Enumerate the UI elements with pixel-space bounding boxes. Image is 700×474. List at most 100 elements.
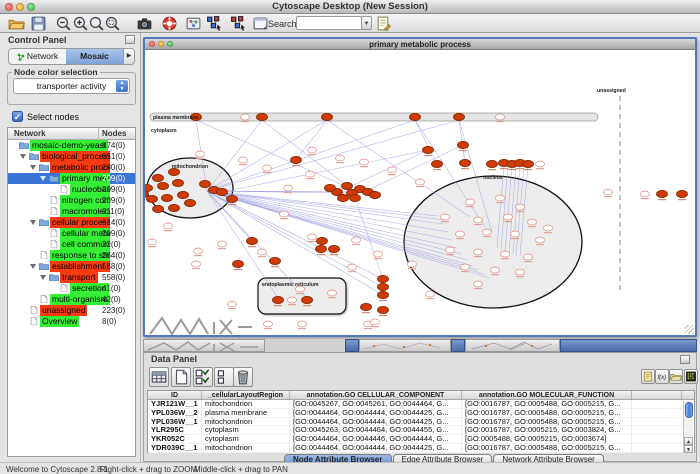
column-header[interactable]: ID xyxy=(148,391,202,399)
network-node[interactable] xyxy=(233,260,244,267)
network-node-ghost[interactable] xyxy=(192,261,201,267)
zoom-selected-icon[interactable] xyxy=(104,15,121,32)
window-minimize-button[interactable] xyxy=(16,3,24,11)
network-node[interactable] xyxy=(657,190,668,197)
open-icon[interactable] xyxy=(8,15,25,32)
network-node[interactable] xyxy=(378,306,389,313)
network-node-ghost[interactable] xyxy=(496,195,505,201)
tree-row[interactable]: multi-organism pro42(0) xyxy=(8,294,135,305)
network-node-ghost[interactable] xyxy=(308,147,317,153)
network-node-ghost[interactable] xyxy=(308,234,317,240)
network-node-ghost[interactable] xyxy=(416,179,425,185)
network-node[interactable] xyxy=(162,194,173,201)
delete-attribute-icon[interactable] xyxy=(233,367,253,387)
network-node-ghost[interactable] xyxy=(604,189,613,195)
network-node-ghost[interactable] xyxy=(516,204,525,210)
network-node[interactable] xyxy=(270,257,281,264)
network-node-ghost[interactable] xyxy=(516,269,525,275)
network-node-ghost[interactable] xyxy=(474,281,483,287)
network-node-ghost[interactable] xyxy=(491,267,500,273)
float-panel-icon[interactable] xyxy=(125,35,135,44)
network-node-ghost[interactable] xyxy=(461,264,470,270)
tree-row[interactable]: primary metabolic p209(0) xyxy=(8,173,135,184)
network-node[interactable] xyxy=(317,237,328,244)
network-node-ghost[interactable] xyxy=(501,251,510,257)
select-attributes-icon[interactable] xyxy=(193,367,213,387)
network-node[interactable] xyxy=(523,160,534,167)
tree-row[interactable]: nitrogen compound209(0) xyxy=(8,195,135,206)
network-node-ghost[interactable] xyxy=(306,171,315,177)
network-node-ghost[interactable] xyxy=(426,291,435,297)
network-node[interactable] xyxy=(257,113,268,120)
network-node[interactable] xyxy=(458,141,469,148)
annotation-icon[interactable] xyxy=(375,15,392,32)
network-node-ghost[interactable] xyxy=(641,191,650,197)
tree-row[interactable]: biological_process651(0) xyxy=(8,151,135,162)
network-node[interactable] xyxy=(322,113,333,120)
scroll-up-icon[interactable]: ▲ xyxy=(684,437,693,445)
network-node-ghost[interactable] xyxy=(328,290,337,296)
column-header[interactable]: annotation.GO CELLULAR_COMPONENT xyxy=(290,391,462,399)
table-scrollbar[interactable]: ▲ ▼ xyxy=(683,401,693,453)
network-node[interactable] xyxy=(378,275,389,282)
network-node[interactable] xyxy=(423,146,434,153)
import-network-blue-icon[interactable] xyxy=(206,15,223,32)
tree-row[interactable]: cellular metabolic p209(0) xyxy=(8,228,135,239)
tree-row[interactable]: mosaic-demo-yeast874(0) xyxy=(8,140,135,151)
network-node[interactable] xyxy=(338,194,349,201)
network-node-ghost[interactable] xyxy=(241,114,250,120)
network-canvas[interactable]: plasma membranecytoplasmmitochondrionnuc… xyxy=(145,50,695,335)
resize-grip[interactable] xyxy=(685,325,694,334)
network-node-ghost[interactable] xyxy=(264,321,273,327)
search-input[interactable] xyxy=(296,16,362,30)
import-attributes-icon[interactable] xyxy=(669,369,683,384)
network-node-ghost[interactable] xyxy=(496,114,505,120)
tree-row[interactable]: establishment of lo558(0) xyxy=(8,261,135,272)
network-graph[interactable]: plasma membranecytoplasmmitochondrionnuc… xyxy=(145,50,695,335)
network-node-ghost[interactable] xyxy=(280,211,289,217)
import-network-red-icon[interactable] xyxy=(230,15,247,32)
tab-network[interactable]: Network xyxy=(9,49,66,64)
attribute-matrix-icon[interactable] xyxy=(684,369,698,384)
network-view-titlebar[interactable]: primary metabolic process xyxy=(145,39,695,50)
network-node-ghost[interactable] xyxy=(446,247,455,253)
network-node-ghost[interactable] xyxy=(511,231,520,237)
network-node[interactable] xyxy=(145,184,153,191)
network-node[interactable] xyxy=(378,291,389,298)
scrollbar-thumb[interactable] xyxy=(685,402,693,418)
network-node[interactable] xyxy=(316,245,327,252)
disclosure-triangle-icon[interactable] xyxy=(40,176,46,181)
table-row[interactable]: YKR052Ccytoplasm[GO:0044464, GO:0044446,… xyxy=(148,435,694,444)
table-row[interactable]: YDR039C__1mitochondrion[GO:0044464, GO:0… xyxy=(148,444,694,453)
tree-row[interactable]: transport558(0) xyxy=(8,272,135,283)
network-node-ghost[interactable] xyxy=(536,237,545,243)
network-node-ghost[interactable] xyxy=(194,248,203,254)
network-node-ghost[interactable] xyxy=(288,297,297,303)
tree-row[interactable]: cellular process614(0) xyxy=(8,217,135,228)
network-node[interactable] xyxy=(173,179,184,186)
zoom-in-icon[interactable] xyxy=(72,15,89,32)
network-node-ghost[interactable] xyxy=(474,217,483,223)
network-node[interactable] xyxy=(378,283,389,290)
attribute-grid-icon[interactable] xyxy=(149,367,169,387)
data-panel-float-icon[interactable] xyxy=(680,355,690,364)
tree-column-network[interactable]: Network xyxy=(14,129,46,138)
network-node-ghost[interactable] xyxy=(483,229,492,235)
network-node[interactable] xyxy=(169,204,180,211)
snapshot-icon[interactable] xyxy=(136,15,153,32)
frame-minimize-button[interactable] xyxy=(158,41,164,47)
help-icon[interactable] xyxy=(161,15,178,32)
network-node-ghost[interactable] xyxy=(524,254,533,260)
tab-mosaic[interactable]: Mosaic xyxy=(66,49,123,64)
network-node-ghost[interactable] xyxy=(284,185,293,191)
frame-close-button[interactable] xyxy=(149,41,155,47)
network-node-ghost[interactable] xyxy=(388,167,397,173)
overview-icon[interactable] xyxy=(185,15,202,32)
column-header[interactable]: _cellularLayoutRegion xyxy=(202,391,290,399)
network-node[interactable] xyxy=(302,296,313,303)
background-frames-strip[interactable] xyxy=(143,339,697,352)
network-node[interactable] xyxy=(329,245,340,252)
network-node[interactable] xyxy=(677,190,688,197)
network-node-ghost[interactable] xyxy=(466,199,475,205)
network-node[interactable] xyxy=(200,180,211,187)
